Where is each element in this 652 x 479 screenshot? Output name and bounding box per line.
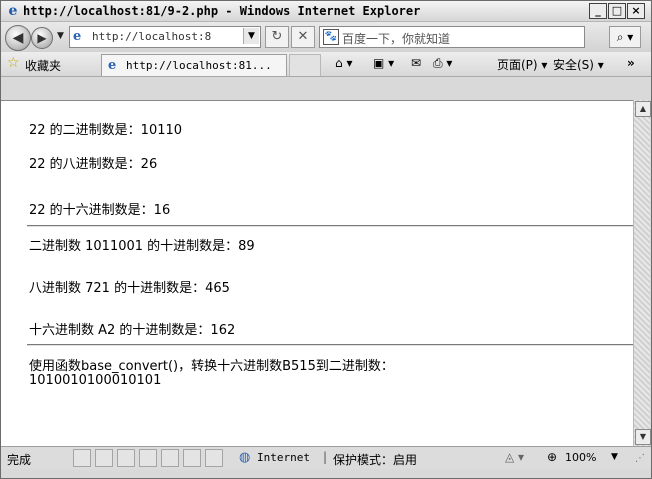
output-line: 八进制数 721 的十进制数是：465 (29, 281, 230, 296)
horizontal-rule (27, 225, 639, 227)
search-input[interactable]: 百度一下，你就知道 (342, 30, 450, 47)
safety-menu[interactable]: 安全(S) ▾ (553, 56, 604, 73)
feed-icon: ▣ (373, 56, 385, 70)
status-cell (183, 449, 201, 467)
status-cell (161, 449, 179, 467)
home-icon: ⌂ (335, 56, 343, 70)
vertical-scrollbar[interactable]: ▲ ▼ (633, 100, 651, 446)
status-cell (73, 449, 91, 467)
ie-logo-icon: e (8, 3, 18, 19)
mail-icon: ✉ (411, 56, 422, 70)
zoom-icon[interactable]: ⊕ (547, 450, 557, 464)
zoom-dropdown[interactable]: ▼ (611, 452, 618, 462)
forward-icon: ▶ (37, 31, 47, 45)
more-commands-button[interactable]: » (627, 56, 635, 70)
resize-grip-icon[interactable]: ⋰ (635, 453, 645, 464)
status-bar: 完成 ◍ Internet | 保护模式：启用 ◬ ▾ ⊕ 100% ▼ ⋰ (1, 446, 651, 469)
print-button[interactable]: ⎙ ▾ (433, 56, 452, 71)
stop-button[interactable]: ✕ (291, 26, 315, 48)
horizontal-rule (27, 344, 639, 346)
title-bar: e http://localhost:81/9-2.php - Windows … (1, 1, 651, 22)
browser-window: e http://localhost:81/9-2.php - Windows … (0, 0, 652, 479)
favorites-button[interactable]: 收藏夹 (25, 57, 61, 74)
favorites-bar: ☆ 收藏夹 e http://localhost:81... ⌂ ▾ ▣ ▾ ✉… (1, 52, 651, 77)
search-button[interactable]: ⌕ ▾ (609, 26, 641, 48)
home-button[interactable]: ⌂ ▾ (335, 56, 352, 70)
tab-current[interactable]: e http://localhost:81... (101, 54, 287, 76)
output-line: 22 的二进制数是：10110 (29, 123, 183, 138)
address-bar[interactable]: e http://localhost:8 ▼ (69, 26, 261, 48)
status-separator: | (323, 450, 328, 464)
page-content: 22 的二进制数是：10110 22 的八进制数是：26 22 的十六进制数是：… (1, 100, 639, 448)
output-line: 使用函数base_convert()，转换十六进制数B515到二进制数： (29, 359, 394, 374)
security-zone[interactable]: Internet (257, 451, 310, 464)
new-tab-button[interactable] (289, 54, 321, 76)
output-line: 22 的十六进制数是：16 (29, 203, 171, 218)
address-input[interactable]: http://localhost:8 (92, 30, 238, 43)
print-icon: ⎙ (433, 56, 443, 70)
status-cell (117, 449, 135, 467)
feeds-button[interactable]: ▣ ▾ (373, 56, 394, 70)
minimize-button[interactable]: _ (589, 3, 607, 19)
favorites-star-icon[interactable]: ☆ (7, 55, 20, 71)
scroll-up-button[interactable]: ▲ (635, 101, 651, 117)
output-line: 22 的八进制数是：26 (29, 157, 158, 172)
mail-button[interactable]: ✉ (411, 56, 421, 70)
navigation-bar: ◀ ▶ ▼ e http://localhost:8 ▼ ↻ ✕ 🐾 百度一下，… (1, 22, 651, 52)
status-cell (139, 449, 157, 467)
forward-button[interactable]: ▶ (31, 27, 53, 49)
tab-page-icon: e (108, 58, 117, 73)
output-line: 十六进制数 A2 的十进制数是：162 (29, 323, 236, 338)
page-icon: e (73, 29, 82, 44)
refresh-icon: ↻ (271, 29, 283, 44)
globe-icon: ◍ (239, 450, 251, 465)
tab-title: http://localhost:81... (126, 59, 272, 72)
protected-mode-status[interactable]: 保护模式：启用 (333, 451, 417, 468)
page-menu[interactable]: 页面(P) ▾ (497, 56, 547, 73)
security-settings-button[interactable]: ◬ ▾ (505, 450, 524, 464)
search-box[interactable]: 🐾 百度一下，你就知道 (319, 26, 585, 48)
status-cell (95, 449, 113, 467)
search-icon: ⌕ (616, 30, 624, 44)
zoom-level[interactable]: 100% (565, 451, 596, 464)
output-line: 1010010100010101 (29, 373, 162, 388)
close-button[interactable]: × (627, 3, 645, 19)
window-title: http://localhost:81/9-2.php - Windows In… (23, 4, 421, 18)
refresh-button[interactable]: ↻ (265, 26, 289, 48)
window-controls: _ □ × (589, 3, 645, 19)
search-provider-icon: 🐾 (323, 29, 339, 45)
scroll-down-button[interactable]: ▼ (635, 429, 651, 445)
status-text: 完成 (7, 453, 32, 467)
output-line: 二进制数 1011001 的十进制数是：89 (29, 239, 255, 254)
maximize-button[interactable]: □ (608, 3, 626, 19)
back-button[interactable]: ◀ (5, 25, 31, 51)
recent-pages-dropdown[interactable]: ▼ (57, 31, 64, 41)
stop-icon: ✕ (297, 29, 309, 44)
status-cell (205, 449, 223, 467)
address-dropdown-button[interactable]: ▼ (243, 28, 259, 44)
back-icon: ◀ (12, 30, 24, 46)
